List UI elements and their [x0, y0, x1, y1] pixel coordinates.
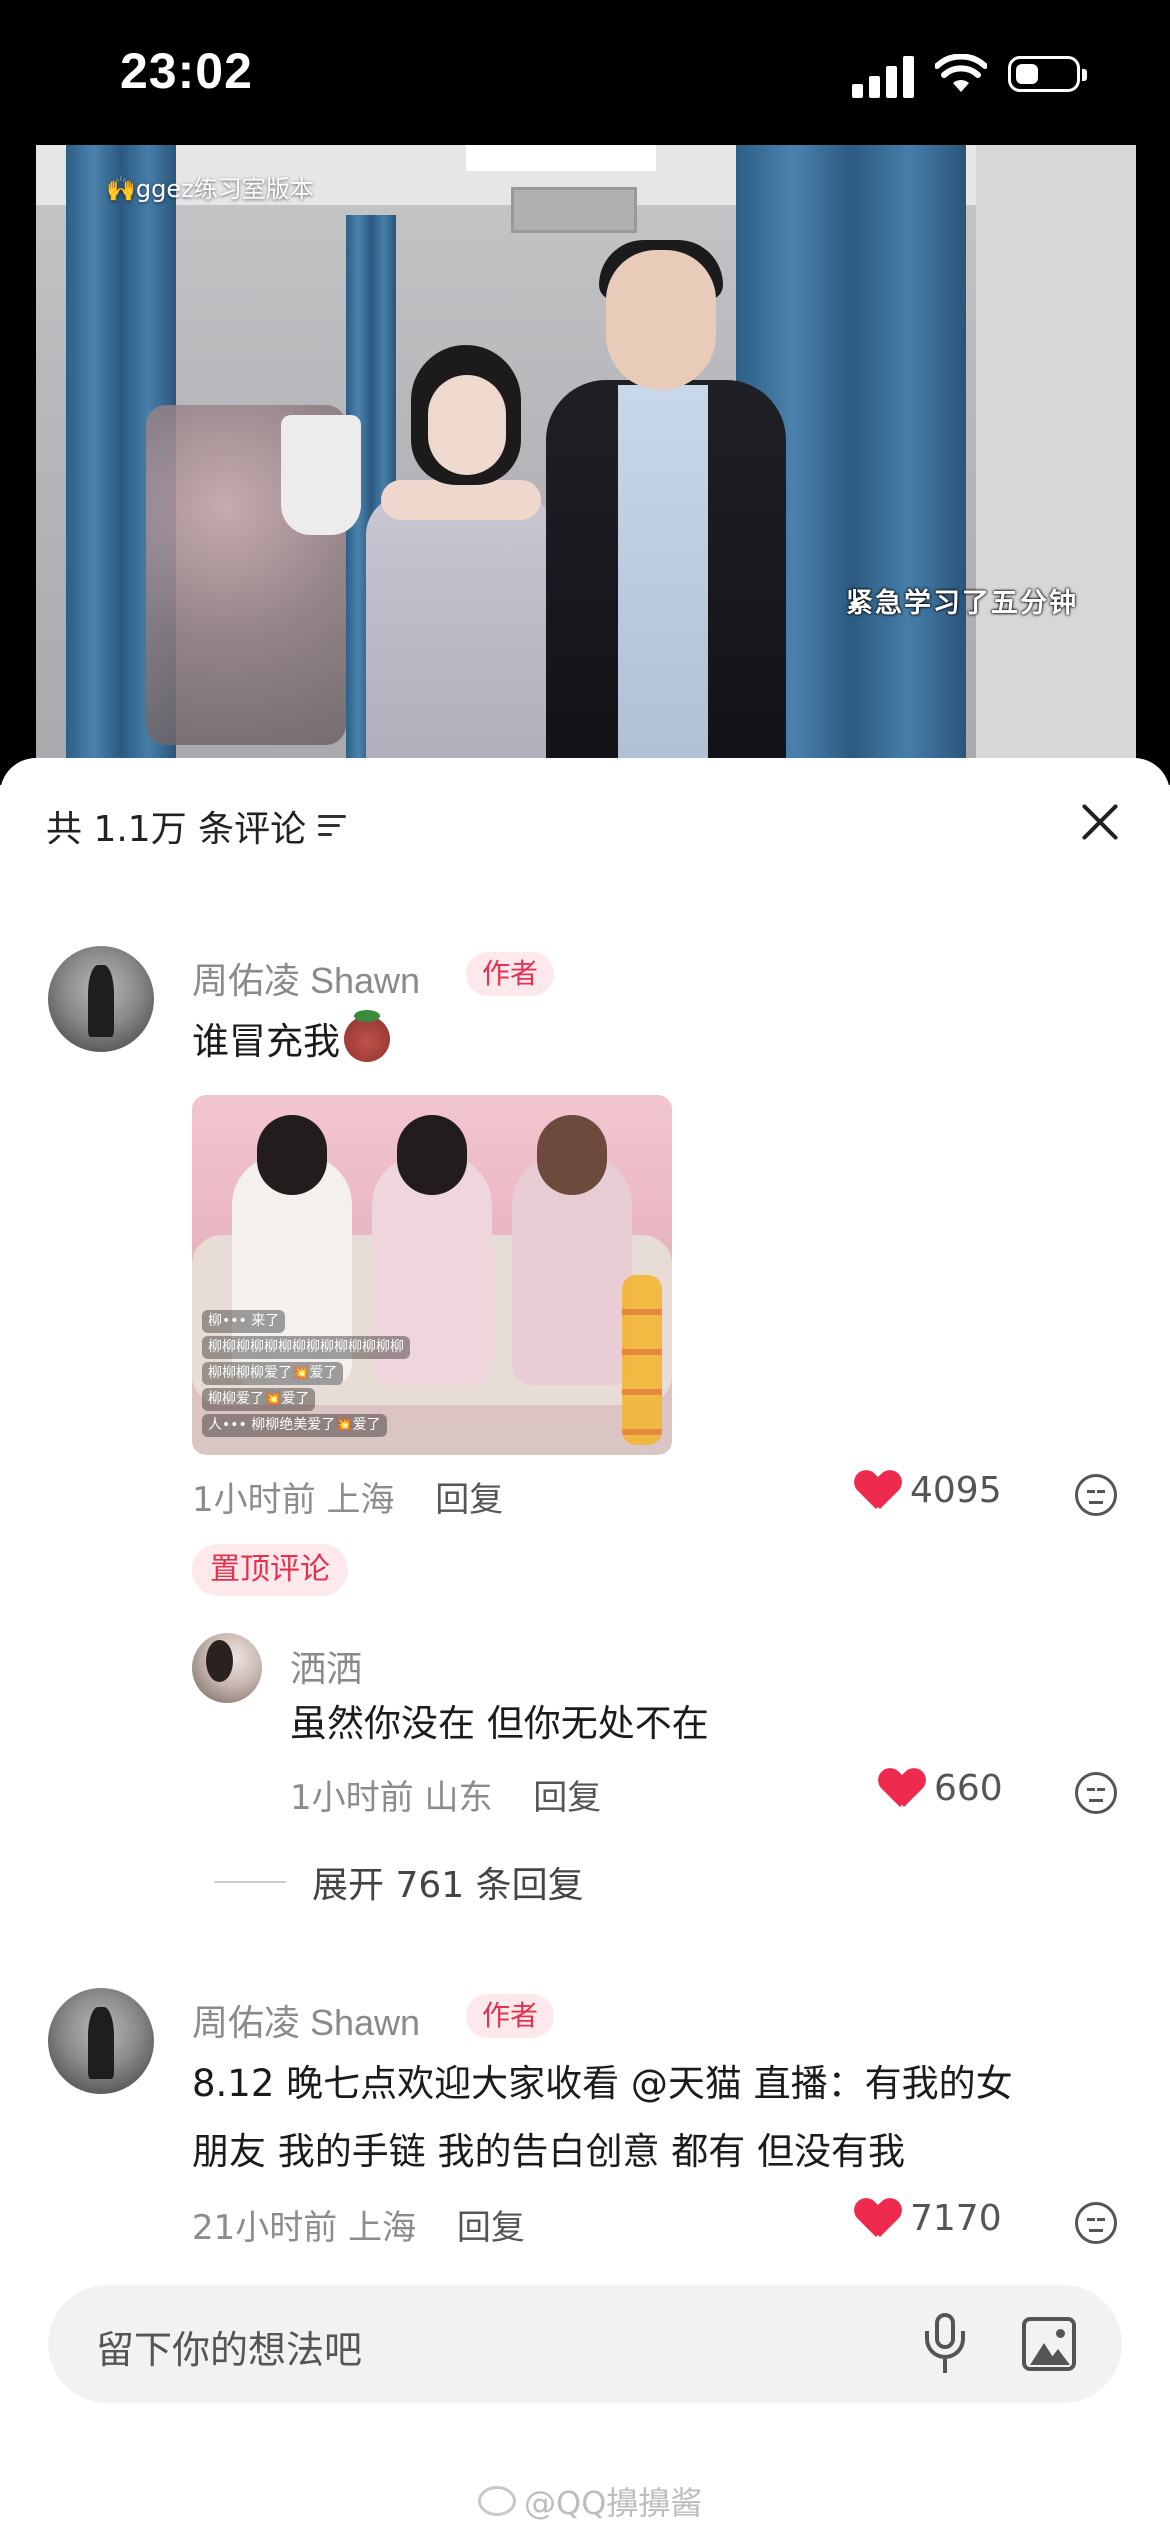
avatar[interactable] — [48, 946, 154, 1052]
avatar[interactable] — [48, 1988, 154, 2094]
emoji-reaction-icon[interactable] — [1075, 1474, 1117, 1516]
video-caption: 紧急学习了五分钟 — [846, 588, 1078, 619]
status-bar: 23:02 — [0, 0, 1170, 145]
reply-button[interactable]: 回复 — [457, 2208, 525, 2248]
angry-sticker-icon — [344, 1010, 390, 1062]
wifi-icon — [935, 54, 987, 92]
reply-meta: 1小时前 山东 回复 — [290, 1778, 602, 1818]
emoji-reaction-icon[interactable] — [1075, 1772, 1117, 1814]
comment-image[interactable]: 柳••• 来了 柳柳柳柳柳柳柳柳柳柳柳柳柳柳 柳柳柳柳爱了💥爱了 柳柳爱了💥爱了… — [192, 1095, 672, 1455]
comment-text: 8.12 晚七点欢迎大家收看 @天猫 直播：有我的女 朋友 我的手链 我的告白创… — [192, 2062, 1013, 2173]
heart-icon — [880, 1769, 924, 1809]
weibo-icon — [478, 2486, 516, 2516]
reply-text: 虽然你没在 但你无处不在 — [290, 1702, 709, 1745]
author-badge: 作者 — [466, 1994, 555, 2038]
video-watermark: 🙌ggez练习室版本 — [106, 175, 314, 203]
like-count: 4095 — [910, 1470, 1002, 1511]
avatar[interactable] — [192, 1633, 262, 1703]
comments-sheet: 共 1.1万 条评论 周佑凌 Shawn 作者 谁冒充我 柳••• 来了 柳柳柳… — [0, 758, 1170, 2532]
comment-text: 谁冒充我 — [192, 1008, 390, 1076]
microphone-icon[interactable] — [920, 2313, 970, 2375]
comment-username[interactable]: 周佑凌 Shawn — [192, 1994, 420, 2046]
reply-button[interactable]: 回复 — [435, 1480, 503, 1520]
like-count: 7170 — [910, 2198, 1002, 2239]
status-time: 23:02 — [120, 43, 253, 99]
video-player[interactable]: 🙌ggez练习室版本 紧急学习了五分钟 — [0, 145, 1170, 785]
reply-username[interactable]: 洒洒 — [290, 1640, 362, 1692]
emoji-reaction-icon[interactable] — [1075, 2202, 1117, 2244]
cellular-signal-icon — [852, 52, 916, 98]
comments-count-label: 共 1.1万 条评论 — [46, 809, 307, 850]
sort-icon[interactable] — [318, 813, 348, 839]
weibo-watermark: @QQ擤擤酱 — [478, 2478, 702, 2524]
like-button[interactable]: 660 — [880, 1768, 1003, 1809]
divider — [214, 1881, 286, 1883]
image-picker-icon[interactable] — [1022, 2317, 1076, 2371]
comment-username[interactable]: 周佑凌 Shawn — [192, 952, 420, 1004]
comment-input[interactable]: 留下你的想法吧 — [48, 2285, 1122, 2403]
comments-count-header[interactable]: 共 1.1万 条评论 — [46, 800, 348, 852]
like-count: 660 — [934, 1768, 1003, 1809]
pinned-comment-badge: 置顶评论 — [192, 1544, 348, 1596]
heart-icon — [856, 1471, 900, 1511]
expand-replies-button[interactable]: 展开 761 条回复 — [214, 1856, 584, 1908]
like-button[interactable]: 7170 — [856, 2198, 1002, 2239]
comment-input-placeholder: 留下你的想法吧 — [96, 2328, 363, 2372]
reply-button[interactable]: 回复 — [533, 1778, 601, 1818]
comment-meta: 1小时前 上海 回复 — [192, 1480, 504, 1520]
battery-icon — [1008, 56, 1087, 92]
live-chat-overlay: 柳••• 来了 柳柳柳柳柳柳柳柳柳柳柳柳柳柳 柳柳柳柳爱了💥爱了 柳柳爱了💥爱了… — [202, 1310, 410, 1440]
close-icon[interactable] — [1078, 800, 1122, 844]
author-badge: 作者 — [466, 952, 555, 996]
video-frame: 🙌ggez练习室版本 紧急学习了五分钟 — [36, 145, 1136, 785]
heart-icon — [856, 2199, 900, 2239]
comment-meta: 21小时前 上海 回复 — [192, 2208, 525, 2248]
like-button[interactable]: 4095 — [856, 1470, 1002, 1511]
